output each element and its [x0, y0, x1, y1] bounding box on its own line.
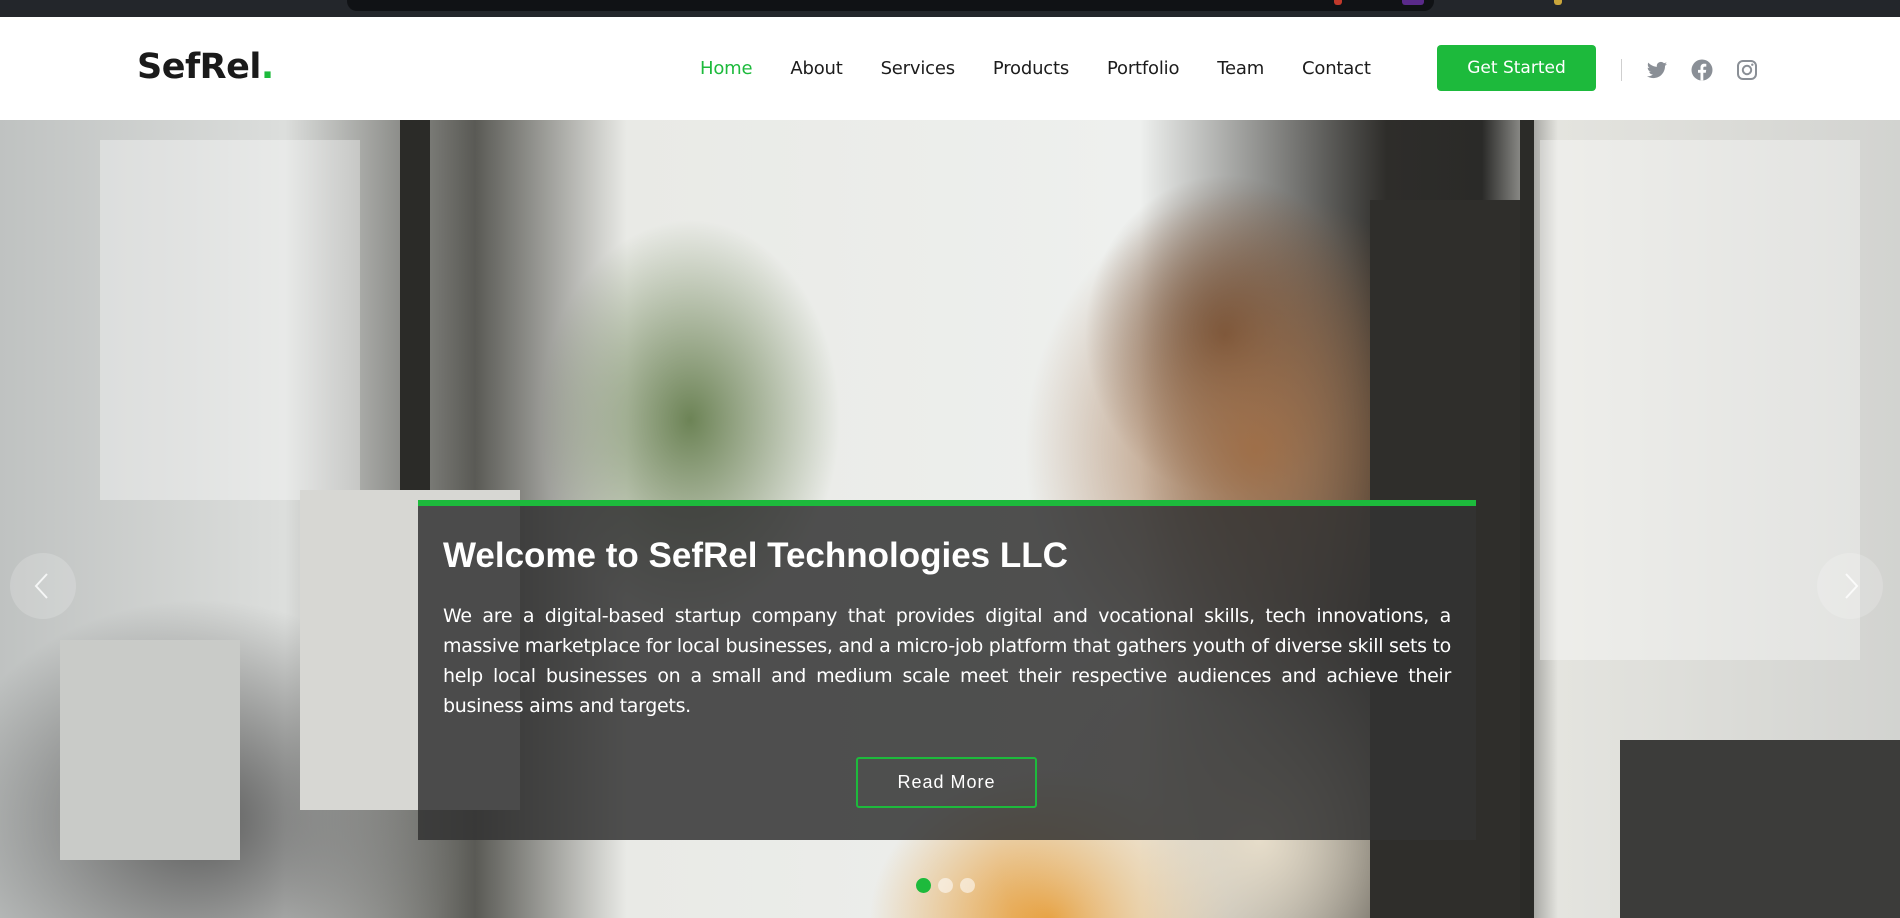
main-nav: Home About Services Products Portfolio T… [700, 17, 1409, 120]
read-more-button[interactable]: Read More [856, 757, 1037, 808]
hero-caption: Welcome to SefRel Technologies LLC We ar… [418, 500, 1476, 840]
hero-title: Welcome to SefRel Technologies LLC [443, 536, 1068, 575]
nav-services[interactable]: Services [881, 58, 956, 79]
get-started-button[interactable]: Get Started [1437, 45, 1596, 91]
hero-text: We are a digital-based startup company t… [443, 605, 1451, 717]
logo-text: SefRel [137, 47, 261, 87]
carousel-indicators [916, 878, 982, 893]
carousel-prev-button[interactable] [10, 553, 76, 619]
nav-home[interactable]: Home [700, 58, 753, 79]
nav-products[interactable]: Products [993, 58, 1069, 79]
extension-icon [1554, 0, 1562, 5]
twitter-icon[interactable] [1645, 58, 1669, 82]
nav-team[interactable]: Team [1217, 58, 1264, 79]
chevron-left-icon [34, 573, 48, 599]
carousel-indicator-3[interactable] [960, 878, 975, 893]
carousel-indicator-2[interactable] [938, 878, 953, 893]
carousel-indicator-1[interactable] [916, 878, 931, 893]
nav-portfolio[interactable]: Portfolio [1107, 58, 1179, 79]
header-divider [1621, 59, 1622, 81]
instagram-icon[interactable] [1735, 58, 1759, 82]
site-header: SefRel. Home About Services Products Por… [0, 17, 1900, 120]
nav-contact[interactable]: Contact [1302, 58, 1371, 79]
extension-icon [1402, 0, 1424, 5]
logo-dot: . [260, 47, 274, 87]
extension-icon [1334, 0, 1342, 5]
chevron-right-icon [1845, 573, 1859, 599]
address-bar [347, 0, 1434, 11]
nav-about[interactable]: About [790, 58, 842, 79]
facebook-icon[interactable] [1690, 58, 1714, 82]
logo[interactable]: SefRel. [137, 47, 274, 87]
browser-top-strip [0, 0, 1900, 17]
carousel-next-button[interactable] [1817, 553, 1883, 619]
